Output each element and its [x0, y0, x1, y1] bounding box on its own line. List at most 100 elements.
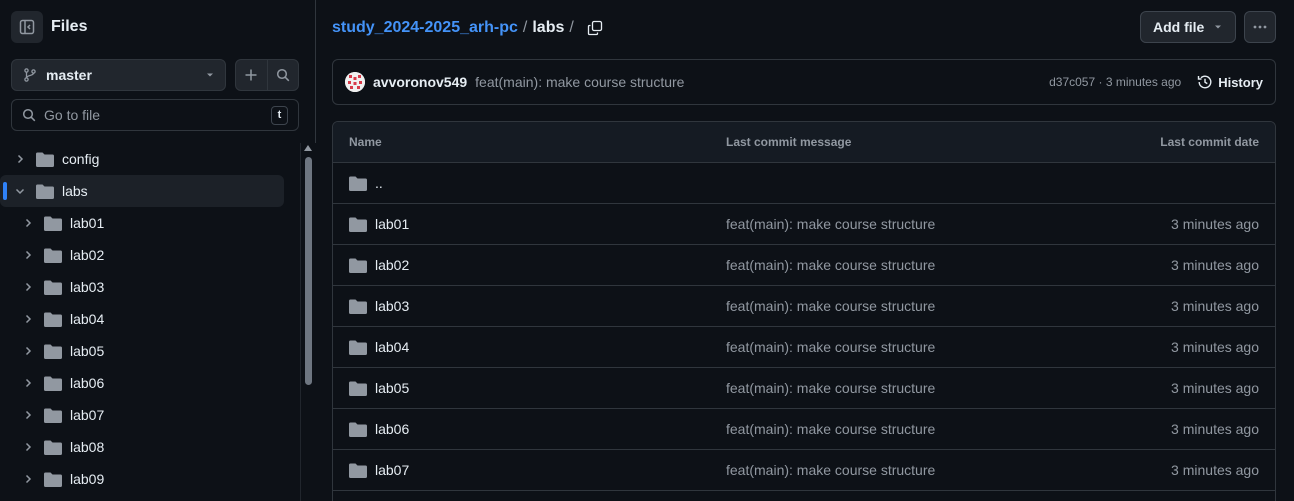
commit-message-link[interactable]: feat(main): make course structure: [726, 298, 935, 314]
folder-icon: [44, 408, 62, 423]
table-row[interactable]: lab01 feat(main): make course structure 3 …: [333, 204, 1275, 245]
breadcrumb-current: labs: [532, 19, 565, 36]
folder-icon: [44, 472, 62, 487]
tree-item-lab01[interactable]: lab01: [0, 207, 300, 239]
tree-item-label: lab04: [70, 311, 105, 327]
chevron-right-icon[interactable]: [20, 346, 36, 356]
tree-item-lab04[interactable]: lab04: [0, 303, 300, 335]
commit-date: 3 minutes ago: [1171, 380, 1259, 396]
commit-message-link[interactable]: feat(main): make course structure: [726, 421, 935, 437]
folder-icon: [44, 312, 62, 327]
go-to-file-field[interactable]: t: [11, 99, 299, 131]
parent-directory-link[interactable]: ..: [375, 175, 383, 191]
tree-item-label: lab01: [70, 215, 105, 231]
copy-path-button[interactable]: [587, 20, 603, 36]
commit-date: 3 minutes ago: [1171, 339, 1259, 355]
add-file-button[interactable]: [236, 60, 267, 90]
commit-hash-and-time[interactable]: d37c057 · 3 minutes ago: [1049, 75, 1181, 89]
tree-item-lab07[interactable]: lab07: [0, 399, 300, 431]
table-row[interactable]: lab05 feat(main): make course structure 3 …: [333, 368, 1275, 409]
tree-item-lab05[interactable]: lab05: [0, 335, 300, 367]
file-name-link[interactable]: lab01: [375, 216, 409, 232]
more-options-button[interactable]: [1244, 11, 1276, 43]
table-row[interactable]: lab02 feat(main): make course structure 3 …: [333, 245, 1275, 286]
history-button[interactable]: History: [1197, 74, 1263, 90]
chevron-right-icon[interactable]: [20, 250, 36, 260]
scroll-up-arrow[interactable]: [304, 145, 312, 151]
chevron-right-icon[interactable]: [20, 410, 36, 420]
breadcrumb: study_2024-2025_arh-pc / labs /: [332, 17, 603, 39]
history-icon: [1198, 75, 1212, 89]
tree-item-config[interactable]: config: [0, 143, 300, 175]
folder-icon: [349, 340, 367, 355]
tree-item-label: lab09: [70, 471, 105, 487]
column-header-date: Last commit date: [1160, 135, 1259, 149]
commit-message-link[interactable]: feat(main): make course structure: [726, 380, 935, 396]
commit-message-link[interactable]: feat(main): make course structure: [726, 257, 935, 273]
tree-item-label: config: [62, 151, 100, 167]
chevron-right-icon[interactable]: [20, 218, 36, 228]
column-header-message: Last commit message: [726, 135, 852, 149]
sidebar-scrollbar[interactable]: [300, 143, 316, 501]
commit-date: 3 minutes ago: [1171, 257, 1259, 273]
tree-item-lab06[interactable]: lab06: [0, 367, 300, 399]
search-files-button[interactable]: [266, 60, 298, 90]
tree-item-lab02[interactable]: lab02: [0, 239, 300, 271]
table-row[interactable]: lab07 feat(main): make course structure 3 …: [333, 450, 1275, 491]
table-row[interactable]: lab03 feat(main): make course structure 3 …: [333, 286, 1275, 327]
tree-item-lab03[interactable]: lab03: [0, 271, 300, 303]
breadcrumb-repo-link[interactable]: study_2024-2025_arh-pc: [332, 19, 518, 37]
tree-item-label: lab06: [70, 375, 105, 391]
commit-message[interactable]: feat(main): make course structure: [475, 74, 684, 90]
chevron-right-icon[interactable]: [20, 442, 36, 452]
breadcrumb-separator: /: [522, 19, 528, 36]
folder-open-icon: [36, 184, 54, 199]
chevron-right-icon[interactable]: [20, 282, 36, 292]
branch-select-button[interactable]: master: [11, 59, 226, 91]
commit-message-link[interactable]: feat(main): make course structure: [726, 462, 935, 478]
folder-icon: [349, 176, 367, 191]
commit-message-link[interactable]: feat(main): make course structure: [726, 216, 935, 232]
sidebar-title: Files: [51, 18, 88, 35]
folder-icon: [349, 463, 367, 478]
folder-icon: [349, 217, 367, 232]
chevron-right-icon[interactable]: [20, 474, 36, 484]
folder-icon: [349, 381, 367, 396]
tree-item-labs[interactable]: labs: [0, 175, 284, 207]
history-label: History: [1218, 74, 1263, 90]
file-name-link[interactable]: lab07: [375, 462, 409, 478]
author-avatar[interactable]: [345, 72, 365, 92]
add-file-dropdown-button[interactable]: Add file: [1140, 11, 1236, 43]
file-name-link[interactable]: lab04: [375, 339, 409, 355]
identicon-icon: [345, 72, 365, 92]
file-name-link[interactable]: lab06: [375, 421, 409, 437]
collapse-sidebar-button[interactable]: [11, 11, 43, 43]
scroll-thumb[interactable]: [305, 157, 312, 385]
chevron-right-icon[interactable]: [12, 154, 28, 164]
file-actions-group: [235, 59, 299, 91]
go-to-file-input[interactable]: [44, 107, 271, 123]
parent-directory-row[interactable]: ..: [333, 163, 1275, 204]
file-table-body: lab01 feat(main): make course structure 3 …: [333, 204, 1275, 491]
search-icon: [276, 68, 290, 82]
commit-date: 3 minutes ago: [1171, 421, 1259, 437]
tree-item-lab08[interactable]: lab08: [0, 431, 300, 463]
git-branch-icon: [24, 68, 36, 82]
file-name-link[interactable]: lab02: [375, 257, 409, 273]
chevron-right-icon[interactable]: [20, 314, 36, 324]
chevron-down-icon[interactable]: [12, 186, 28, 196]
table-row[interactable]: lab06 feat(main): make course structure 3 …: [333, 409, 1275, 450]
tree-item-lab09[interactable]: lab09: [0, 463, 300, 495]
folder-icon: [44, 280, 62, 295]
commit-message-link[interactable]: feat(main): make course structure: [726, 339, 935, 355]
file-name-link[interactable]: lab03: [375, 298, 409, 314]
file-table: Name Last commit message Last commit dat…: [332, 121, 1276, 501]
commit-date: 3 minutes ago: [1171, 298, 1259, 314]
sidebar-collapse-icon: [19, 19, 35, 35]
commit-author[interactable]: avvoronov549: [373, 74, 467, 90]
folder-icon: [44, 376, 62, 391]
column-header-name: Name: [349, 135, 382, 149]
table-row[interactable]: lab04 feat(main): make course structure 3 …: [333, 327, 1275, 368]
file-name-link[interactable]: lab05: [375, 380, 409, 396]
chevron-right-icon[interactable]: [20, 378, 36, 388]
